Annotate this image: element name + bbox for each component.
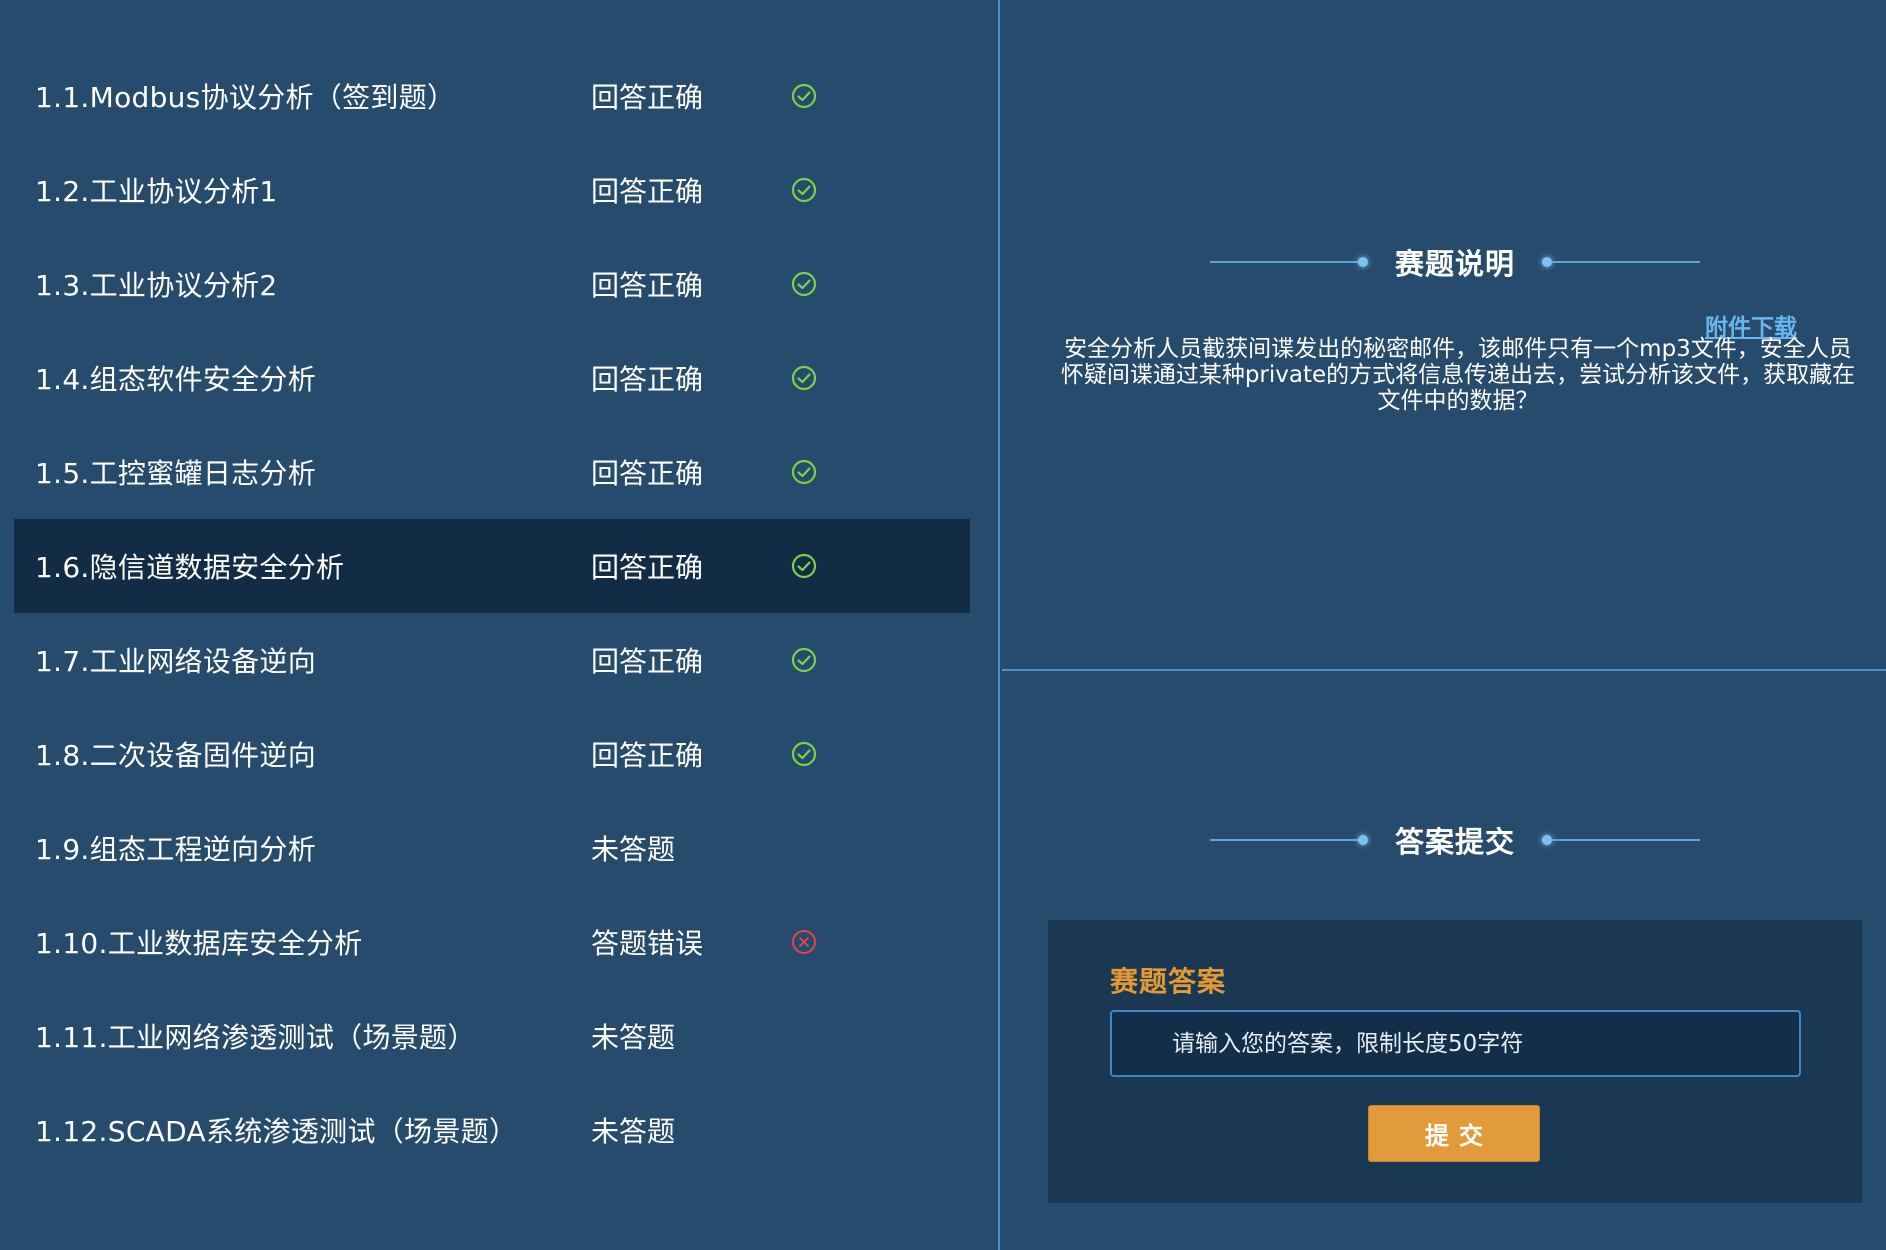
heading-dot-right [1542,835,1552,845]
submit-button[interactable]: 提交 [1368,1105,1540,1162]
answer-form: 赛题答案 提交 [1048,920,1862,1203]
question-row[interactable]: 1.3.工业协议分析2 回答正确 [14,237,970,331]
question-status: 回答正确 [591,739,704,772]
check-circle-icon [790,740,818,768]
question-title: 1.7.工业网络设备逆向 [35,645,317,678]
question-row[interactable]: 1.5.工控蜜罐日志分析 回答正确 [14,425,970,519]
question-row[interactable]: 1.1.Modbus协议分析（签到题） 回答正确 [14,49,970,143]
description-text: 安全分析人员截获间谍发出的秘密邮件，该邮件只有一个mp3文件，安全人员怀疑间谍通… [1060,336,1856,414]
question-title: 1.4.组态软件安全分析 [35,363,317,396]
question-row[interactable]: 1.9.组态工程逆向分析 未答题 [14,801,970,895]
question-status: 未答题 [591,833,676,866]
heading-line-left [1210,261,1358,263]
question-list: 1.1.Modbus协议分析（签到题） 回答正确 1.2.工业协议分析1 回答正确 1.… [14,49,970,1177]
question-title: 1.10.工业数据库安全分析 [35,927,363,960]
description-title: 赛题说明 [1394,247,1515,281]
question-title: 1.3.工业协议分析2 [35,269,278,302]
question-status: 回答正确 [591,363,704,396]
question-status: 回答正确 [591,551,704,584]
answer-panel: 答案提交 赛题答案 提交 [1002,673,1886,1250]
question-title: 1.12.SCADA系统渗透测试（场景题） [35,1115,518,1148]
heading-dot-right [1542,257,1552,267]
check-circle-icon [790,82,818,110]
question-status: 未答题 [591,1021,676,1054]
answer-title: 答案提交 [1394,825,1515,859]
question-row[interactable]: 1.7.工业网络设备逆向 回答正确 [14,613,970,707]
check-circle-icon [790,176,818,204]
heading-dot-left [1358,835,1368,845]
check-circle-icon [790,552,818,580]
check-circle-icon [790,364,818,392]
heading-line-left [1210,839,1358,841]
answer-heading: 答案提交 [1210,820,1700,860]
question-status: 回答正确 [591,175,704,208]
description-panel: 赛题说明 附件下载 安全分析人员截获间谍发出的秘密邮件，该邮件只有一个mp3文件… [1002,0,1886,671]
check-circle-icon [790,270,818,298]
answer-label: 赛题答案 [1110,965,1227,998]
question-title: 1.8.二次设备固件逆向 [35,739,317,772]
question-title: 1.1.Modbus协议分析（签到题） [35,81,456,114]
question-row[interactable]: 1.6.隐信道数据安全分析 回答正确 [14,519,970,613]
question-title: 1.11.工业网络渗透测试（场景题） [35,1021,476,1054]
question-status: 回答正确 [591,81,704,114]
question-row[interactable]: 1.10.工业数据库安全分析 答题错误 [14,895,970,989]
question-status: 回答正确 [591,457,704,490]
question-title: 1.5.工控蜜罐日志分析 [35,457,317,490]
heading-line-right [1552,261,1700,263]
question-status: 回答正确 [591,269,704,302]
question-row[interactable]: 1.11.工业网络渗透测试（场景题） 未答题 [14,989,970,1083]
x-circle-icon [790,928,818,956]
answer-input[interactable] [1110,1010,1801,1077]
question-status: 未答题 [591,1115,676,1148]
heading-dot-left [1358,257,1368,267]
heading-line-right [1552,839,1700,841]
question-row[interactable]: 1.8.二次设备固件逆向 回答正确 [14,707,970,801]
page-root: 1.1.Modbus协议分析（签到题） 回答正确 1.2.工业协议分析1 回答正确 1.… [0,0,1886,1250]
question-title: 1.2.工业协议分析1 [35,175,278,208]
check-circle-icon [790,646,818,674]
question-status: 回答正确 [591,645,704,678]
question-row[interactable]: 1.4.组态软件安全分析 回答正确 [14,331,970,425]
question-row[interactable]: 1.2.工业协议分析1 回答正确 [14,143,970,237]
question-title: 1.6.隐信道数据安全分析 [35,551,345,584]
question-status: 答题错误 [591,927,704,960]
question-title: 1.9.组态工程逆向分析 [35,833,317,866]
question-row[interactable]: 1.12.SCADA系统渗透测试（场景题） 未答题 [14,1083,970,1177]
description-heading: 赛题说明 [1210,242,1700,282]
check-circle-icon [790,458,818,486]
question-list-panel: 1.1.Modbus协议分析（签到题） 回答正确 1.2.工业协议分析1 回答正确 1.… [0,0,1000,1250]
